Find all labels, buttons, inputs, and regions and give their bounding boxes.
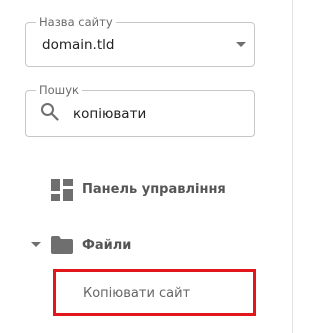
site-select-label: Назва сайту: [36, 15, 116, 29]
nav-item-dashboard[interactable]: Панель управління: [82, 181, 226, 199]
search-icon: [40, 102, 60, 122]
sidebar-divider: [292, 0, 293, 333]
search-value: копіювати: [73, 106, 147, 122]
expand-caret-icon[interactable]: [31, 242, 41, 247]
nav-item-files[interactable]: Файли: [82, 237, 131, 255]
copy-site-label: Копіювати сайт: [83, 286, 191, 301]
search-label: Пошук: [36, 83, 82, 97]
dropdown-arrow-icon[interactable]: [236, 42, 246, 47]
dashboard-icon[interactable]: [51, 179, 73, 201]
folder-icon[interactable]: [51, 236, 73, 254]
search-input[interactable]: Пошук копіювати: [25, 83, 255, 137]
site-select[interactable]: Назва сайту domain.tld: [25, 15, 255, 67]
nav-subitem-copy-site[interactable]: Копіювати сайт: [53, 269, 256, 316]
site-select-value: domain.tld: [42, 37, 115, 53]
